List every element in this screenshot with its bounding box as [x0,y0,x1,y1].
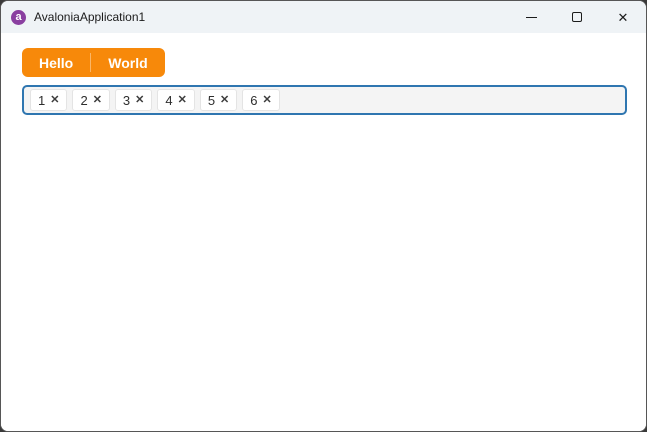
chips-input[interactable]: 1 ✕ 2 ✕ 3 ✕ 4 ✕ 5 ✕ 6 ✕ [22,85,627,115]
content-area: Hello World 1 ✕ 2 ✕ 3 ✕ 4 ✕ 5 ✕ 6 ✕ [1,33,646,431]
maximize-button[interactable] [554,1,600,33]
close-icon: ✕ [617,9,629,25]
chip-remove-icon[interactable]: ✕ [135,94,144,106]
chip-label: 6 [250,92,258,108]
chip-item: 5 ✕ [199,89,238,111]
window-title: AvaloniaApplication1 [34,10,146,24]
minimize-icon [525,16,537,18]
chip-remove-icon[interactable]: ✕ [50,94,59,106]
chip-remove-icon[interactable]: ✕ [263,94,272,106]
avalonia-logo-icon: a [11,9,26,25]
chip-label: 1 [38,92,46,108]
chip-label: 2 [80,92,88,108]
tab-strip: Hello World [22,48,165,77]
chip-item: 3 ✕ [114,89,153,111]
chip-label: 4 [165,92,173,108]
app-window: a AvaloniaApplication1 ✕ Hello World 1 ✕ [0,0,647,432]
chip-remove-icon[interactable]: ✕ [178,94,187,106]
chip-item: 6 ✕ [242,89,280,111]
maximize-icon [572,12,582,22]
tab-world[interactable]: World [91,48,164,77]
close-button[interactable]: ✕ [600,1,646,33]
title-bar[interactable]: a AvaloniaApplication1 ✕ [1,1,646,33]
minimize-button[interactable] [508,1,554,33]
chip-item: 1 ✕ [30,89,68,111]
chip-label: 5 [207,92,216,108]
chip-remove-icon[interactable]: ✕ [93,94,102,106]
chip-item: 2 ✕ [72,89,110,111]
chip-item: 4 ✕ [157,89,195,111]
chip-label: 3 [122,92,131,108]
tab-hello[interactable]: Hello [22,48,90,77]
chip-remove-icon[interactable]: ✕ [220,94,229,106]
